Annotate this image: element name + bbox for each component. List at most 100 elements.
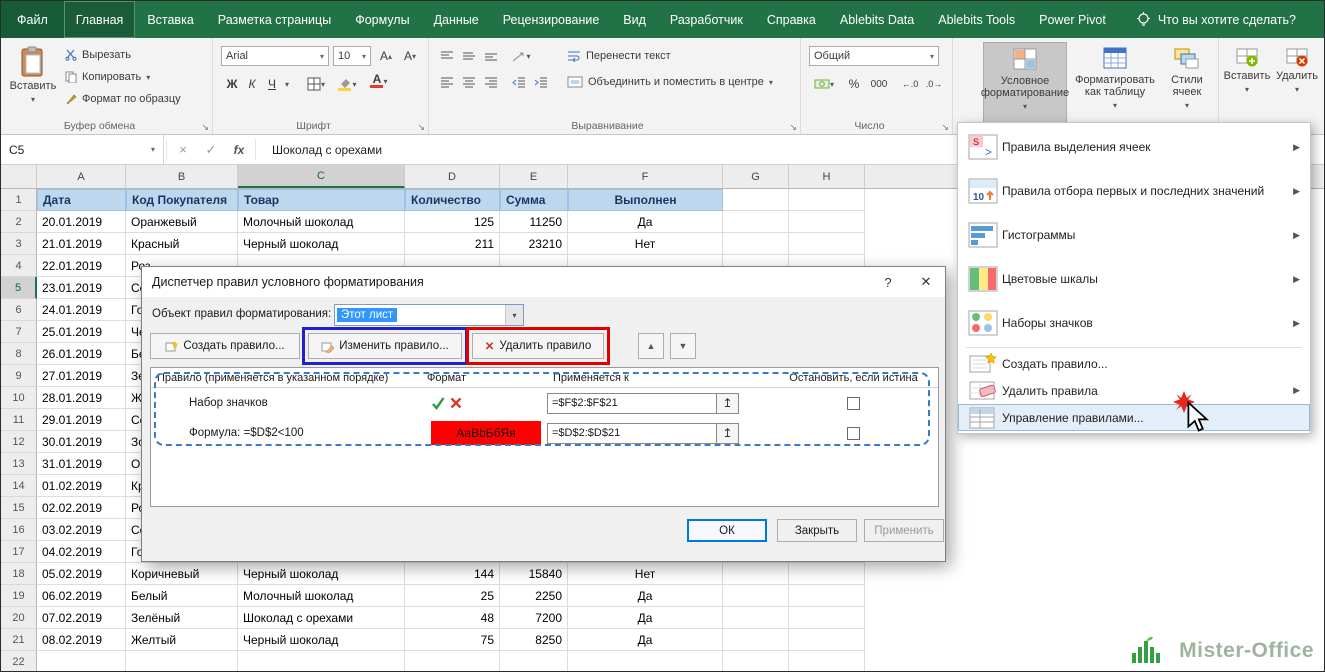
enter-icon[interactable]: ✓: [197, 135, 225, 164]
decrease-decimal-icon[interactable]: .0→: [923, 74, 945, 94]
cell-A8[interactable]: 26.01.2019: [37, 343, 126, 365]
row-header-5[interactable]: 5: [1, 277, 37, 299]
menu-item-7[interactable]: Удалить правила▶: [958, 377, 1310, 404]
alignment-dialog-launcher[interactable]: ↘: [789, 122, 797, 132]
cell-A20[interactable]: 07.02.2019: [37, 607, 126, 629]
accounting-format-button[interactable]: ▾: [809, 74, 839, 94]
cell-A1[interactable]: Дата: [37, 189, 126, 211]
cell-E19[interactable]: 2250: [500, 585, 568, 607]
cell-E22[interactable]: [500, 651, 568, 671]
cell-E1[interactable]: Сумма: [500, 189, 568, 211]
cell-A16[interactable]: 03.02.2019: [37, 519, 126, 541]
cell-H3[interactable]: [789, 233, 865, 255]
column-header-H[interactable]: H: [789, 165, 865, 188]
cell-F22[interactable]: [568, 651, 723, 671]
cell-B20[interactable]: Зелёный: [126, 607, 238, 629]
borders-button[interactable]: ▾: [303, 74, 329, 94]
decrease-font-icon[interactable]: А▾: [399, 46, 421, 66]
row-header-16[interactable]: 16: [1, 519, 37, 541]
cell-C21[interactable]: Черный шоколад: [238, 629, 405, 651]
delete-cells-button[interactable]: Удалить ▾: [1273, 42, 1321, 126]
move-rule-down-icon[interactable]: ▼: [670, 333, 696, 359]
number-format-select[interactable]: Общий ▾: [809, 46, 939, 66]
menu-item-5[interactable]: Наборы значков▶: [958, 301, 1310, 345]
row-header-17[interactable]: 17: [1, 541, 37, 563]
conditional-formatting-button[interactable]: Условное форматирование ▾: [983, 42, 1067, 126]
tab-Рецензирование[interactable]: Рецензирование: [491, 1, 612, 38]
cell-F20[interactable]: Да: [568, 607, 723, 629]
tab-Вид[interactable]: Вид: [611, 1, 658, 38]
move-rule-up-icon[interactable]: ▲: [638, 333, 664, 359]
help-icon[interactable]: ?: [869, 267, 907, 297]
column-header-G[interactable]: G: [723, 165, 789, 188]
align-right-icon[interactable]: [481, 72, 501, 92]
cell-G21[interactable]: [723, 629, 789, 651]
row-header-18[interactable]: 18: [1, 563, 37, 585]
font-color-button[interactable]: А ▾: [365, 71, 393, 91]
row-header-9[interactable]: 9: [1, 365, 37, 387]
row-header-10[interactable]: 10: [1, 387, 37, 409]
cell-H2[interactable]: [789, 211, 865, 233]
cell-B3[interactable]: Красный: [126, 233, 238, 255]
new-rule-button[interactable]: Создать правило...: [150, 333, 300, 359]
formula-input[interactable]: Шоколад с орехами: [258, 135, 382, 164]
cell-D21[interactable]: 75: [405, 629, 500, 651]
tab-Вставка[interactable]: Вставка: [135, 1, 205, 38]
cell-D18[interactable]: 144: [405, 563, 500, 585]
increase-indent-icon[interactable]: [531, 72, 551, 92]
column-header-B[interactable]: B: [126, 165, 238, 188]
cell-D19[interactable]: 25: [405, 585, 500, 607]
cell-D1[interactable]: Количество: [405, 189, 500, 211]
column-header-D[interactable]: D: [405, 165, 500, 188]
cell-H22[interactable]: [789, 651, 865, 671]
cell-A14[interactable]: 01.02.2019: [37, 475, 126, 497]
cell-A18[interactable]: 05.02.2019: [37, 563, 126, 585]
cell-E3[interactable]: 23210: [500, 233, 568, 255]
cell-A12[interactable]: 30.01.2019: [37, 431, 126, 453]
menu-item-6[interactable]: Создать правило...: [958, 350, 1310, 377]
cell-A7[interactable]: 25.01.2019: [37, 321, 126, 343]
wrap-text-button[interactable]: Перенести текст: [567, 46, 671, 66]
row-header-20[interactable]: 20: [1, 607, 37, 629]
cell-A22[interactable]: [37, 651, 126, 671]
row-header-6[interactable]: 6: [1, 299, 37, 321]
row-header-8[interactable]: 8: [1, 343, 37, 365]
column-header-F[interactable]: F: [568, 165, 723, 188]
tab-Разметка страницы[interactable]: Разметка страницы: [206, 1, 343, 38]
cut-button[interactable]: Вырезать: [65, 45, 131, 65]
format-painter-button[interactable]: Формат по образцу: [65, 89, 181, 109]
cell-B2[interactable]: Оранжевый: [126, 211, 238, 233]
cell-G2[interactable]: [723, 211, 789, 233]
cell-A13[interactable]: 31.01.2019: [37, 453, 126, 475]
underline-options-icon[interactable]: ▾: [281, 74, 293, 94]
menu-item-4[interactable]: Цветовые шкалы▶: [958, 257, 1310, 301]
column-header-C[interactable]: C: [238, 165, 405, 188]
cell-A17[interactable]: 04.02.2019: [37, 541, 126, 563]
row-header-22[interactable]: 22: [1, 651, 37, 671]
cell-A19[interactable]: 06.02.2019: [37, 585, 126, 607]
underline-button[interactable]: Ч: [263, 74, 281, 94]
align-middle-icon[interactable]: [459, 46, 479, 66]
insert-function-icon[interactable]: fx: [225, 135, 253, 164]
cell-E20[interactable]: 7200: [500, 607, 568, 629]
orientation-icon[interactable]: ▾: [509, 46, 533, 66]
cell-C22[interactable]: [238, 651, 405, 671]
tab-Данные[interactable]: Данные: [422, 1, 491, 38]
row-header-3[interactable]: 3: [1, 233, 37, 255]
cell-B21[interactable]: Желтый: [126, 629, 238, 651]
menu-item-8[interactable]: Управление правилами...: [958, 404, 1310, 431]
cell-A10[interactable]: 28.01.2019: [37, 387, 126, 409]
tab-Ablebits Tools[interactable]: Ablebits Tools: [926, 1, 1027, 38]
dialog-title-bar[interactable]: Диспетчер правил условного форматировани…: [142, 267, 945, 297]
tab-Справка[interactable]: Справка: [755, 1, 828, 38]
cell-F1[interactable]: Выполнен: [568, 189, 723, 211]
tab-Power Pivot[interactable]: Power Pivot: [1027, 1, 1118, 38]
cell-C20[interactable]: Шоколад с орехами: [238, 607, 405, 629]
font-size-select[interactable]: 10 ▾: [333, 46, 371, 66]
row-header-21[interactable]: 21: [1, 629, 37, 651]
cancel-icon[interactable]: ×: [169, 135, 197, 164]
cell-D22[interactable]: [405, 651, 500, 671]
cell-C2[interactable]: Молочный шоколад: [238, 211, 405, 233]
cell-A2[interactable]: 20.01.2019: [37, 211, 126, 233]
tab-Ablebits Data[interactable]: Ablebits Data: [828, 1, 926, 38]
